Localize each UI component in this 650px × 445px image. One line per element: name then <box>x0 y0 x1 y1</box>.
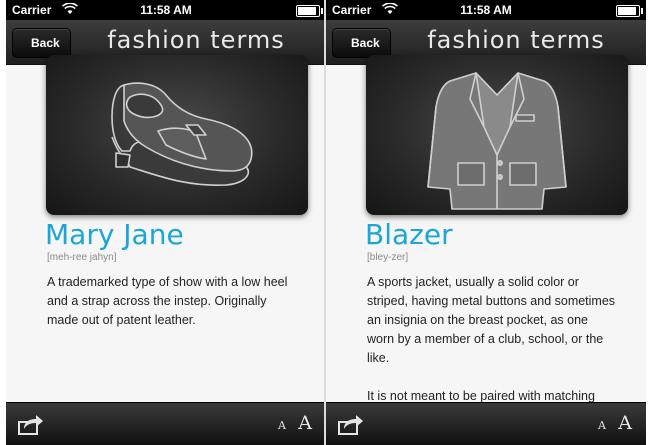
share-icon[interactable] <box>338 413 364 435</box>
phone-screen-blazer: Carrier 11:58 AM Back fashion terms Blaz… <box>326 0 646 445</box>
phone-screen-mary-jane: Carrier 11:58 AM Back fashion terms Mary… <box>6 0 326 445</box>
status-time: 11:58 AM <box>140 3 192 17</box>
battery-icon <box>616 5 643 17</box>
bottom-toolbar: A A <box>6 402 326 445</box>
increase-font-button[interactable]: A <box>298 412 312 434</box>
decrease-font-button[interactable]: A <box>598 419 606 432</box>
nav-title: fashion terms <box>427 26 605 54</box>
back-button[interactable]: Back <box>332 28 391 58</box>
term-image-panel <box>46 55 308 215</box>
term-definition: A trademarked type of show with a low he… <box>47 273 297 349</box>
definition-paragraph: A trademarked type of show with a low he… <box>47 275 288 327</box>
bottom-toolbar: A A <box>326 402 646 445</box>
decrease-font-button[interactable]: A <box>278 419 286 432</box>
increase-font-button[interactable]: A <box>618 412 632 434</box>
term-title: Mary Jane <box>45 218 184 251</box>
blazer-jacket-icon <box>427 72 567 210</box>
nav-title: fashion terms <box>107 26 285 54</box>
term-pronunciation: [meh-ree jahyn] <box>47 252 117 263</box>
status-bar: Carrier 11:58 AM <box>326 0 646 20</box>
status-time: 11:58 AM <box>460 3 512 17</box>
battery-icon <box>296 5 323 17</box>
definition-paragraph: A sports jacket, usually a solid color o… <box>367 275 616 365</box>
term-title: Blazer <box>365 218 453 251</box>
mary-jane-shoe-icon <box>111 82 253 186</box>
back-button[interactable]: Back <box>12 28 71 58</box>
share-icon[interactable] <box>18 413 44 435</box>
status-bar: Carrier 11:58 AM <box>6 0 326 20</box>
term-image-panel <box>366 55 628 215</box>
term-pronunciation: [bley-zer] <box>367 252 409 263</box>
